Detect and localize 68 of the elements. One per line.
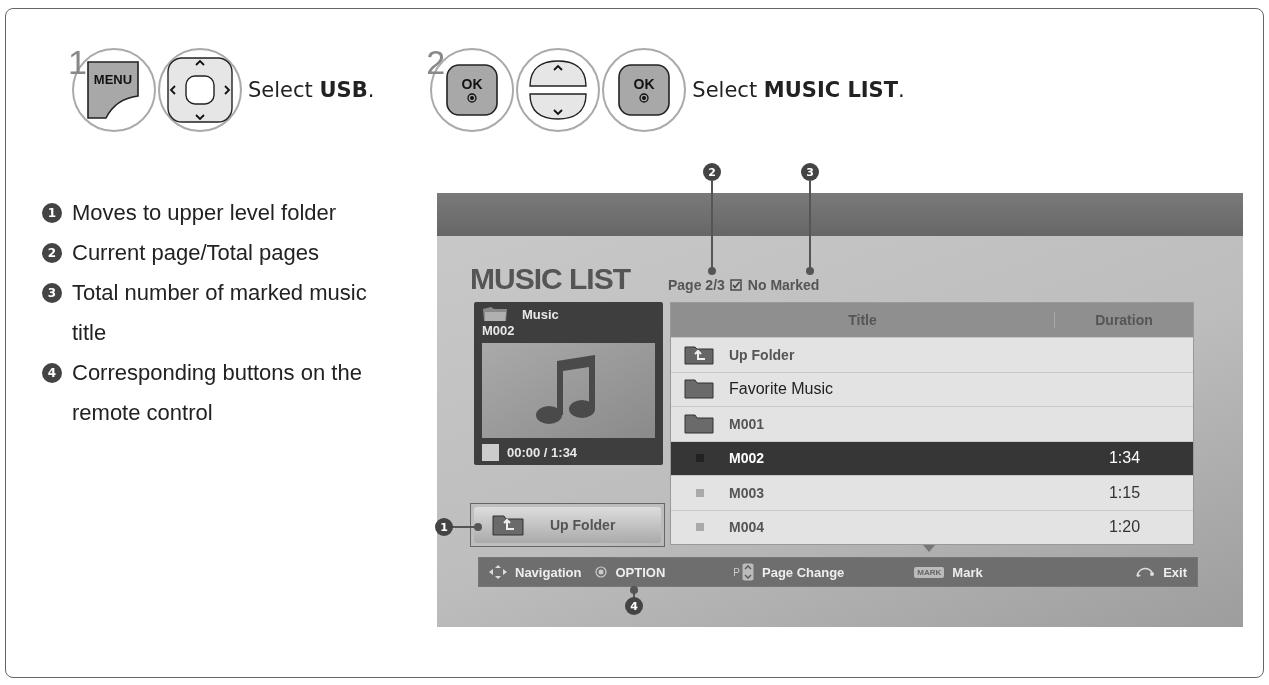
screen-title: MUSIC LIST xyxy=(470,262,632,296)
return-arrow-icon xyxy=(1135,566,1156,578)
step-number: 1 xyxy=(68,43,87,82)
leader-dot xyxy=(630,586,638,594)
up-folder-button[interactable]: Up Folder xyxy=(474,507,661,543)
up-folder-icon xyxy=(492,514,524,536)
number-marker: 3 xyxy=(42,283,62,303)
legend-text: Current page/Total pages xyxy=(72,239,321,267)
track-name: M002 xyxy=(482,323,516,338)
list-row[interactable]: Favorite Music xyxy=(671,371,1193,406)
leader-dot xyxy=(806,267,814,275)
marked-count: No Marked xyxy=(747,277,820,293)
row-title: Favorite Music xyxy=(729,380,835,399)
column-header: Duration xyxy=(1094,312,1154,328)
callout-marker: 3 xyxy=(801,163,819,181)
list-row[interactable]: M002 1:34 xyxy=(671,440,1193,475)
folder-name: Music xyxy=(522,306,559,322)
menu-key: MENU xyxy=(86,60,142,120)
up-down-key-icon xyxy=(742,563,754,581)
folder-icon xyxy=(684,413,714,434)
guide-label: Exit xyxy=(1163,564,1187,580)
row-title: M002 xyxy=(729,450,766,467)
row-duration: 1:20 xyxy=(1107,518,1142,537)
list-row[interactable]: M003 1:15 xyxy=(671,475,1193,510)
legend-text: Total number of marked music title xyxy=(72,279,368,347)
callout-marker: 4 xyxy=(625,597,643,615)
guide-label: Page Change xyxy=(762,564,845,580)
ok-key: OK xyxy=(617,63,672,117)
direction-pad-icon xyxy=(166,56,234,124)
file-icon xyxy=(696,488,704,497)
page-indicator: Page 2/3 xyxy=(668,277,725,293)
leader-dot xyxy=(474,523,482,531)
list-row[interactable]: M004 1:20 xyxy=(671,509,1193,544)
ok-key: OK xyxy=(445,63,500,117)
folder-icon xyxy=(684,379,714,400)
row-title: M004 xyxy=(729,519,766,536)
checkbox-icon xyxy=(729,279,742,291)
up-folder-icon xyxy=(684,344,714,365)
radio-dot-icon xyxy=(595,566,608,578)
stop-icon xyxy=(482,444,499,461)
list-row[interactable]: M001 xyxy=(671,406,1193,441)
leader-dot xyxy=(708,267,716,275)
step-number: 2 xyxy=(426,43,446,82)
row-title: Up Folder xyxy=(729,346,796,363)
mark-key: MARK xyxy=(914,566,945,578)
file-icon xyxy=(696,523,704,532)
row-title: M003 xyxy=(729,484,766,501)
row-duration: 1:34 xyxy=(1107,449,1142,468)
legend-text: Corresponding buttons on the remote control xyxy=(72,359,363,427)
playback-time: 00:00 / 1:34 xyxy=(507,445,578,460)
folder-icon xyxy=(482,306,508,322)
list-row[interactable]: Up Folder xyxy=(671,337,1193,372)
guide-label: Mark xyxy=(952,564,983,580)
row-duration: 1:15 xyxy=(1107,483,1142,502)
guide-label: OPTION xyxy=(615,564,666,580)
number-marker: 2 xyxy=(42,243,62,263)
legend-text: Moves to upper level folder xyxy=(72,199,338,227)
step-instruction: Select USB. xyxy=(248,78,375,102)
callout-marker: 2 xyxy=(703,163,721,181)
four-arrow-icon xyxy=(489,565,507,579)
column-header: Title xyxy=(671,312,1055,328)
guide-label: Navigation xyxy=(515,564,582,580)
callout-marker: 1 xyxy=(435,518,453,536)
step-instruction: Select MUSIC LIST. xyxy=(692,78,905,102)
key-label: P xyxy=(733,566,740,578)
row-title: M001 xyxy=(729,415,766,432)
number-marker: 1 xyxy=(42,203,62,223)
number-marker: 4 xyxy=(42,363,62,383)
